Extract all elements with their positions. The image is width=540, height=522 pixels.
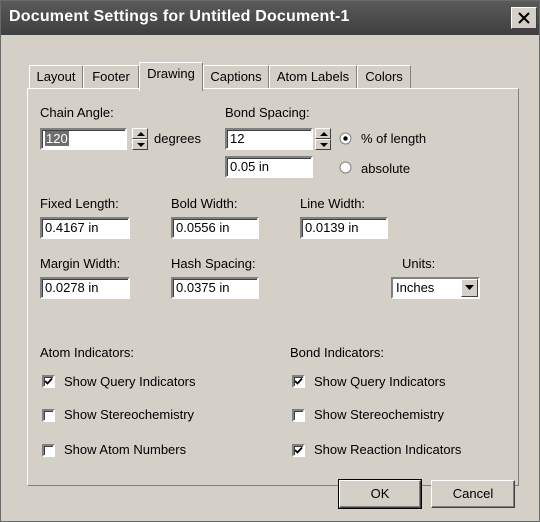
- tab-label: Footer: [92, 69, 130, 84]
- spin-up-button[interactable]: [132, 128, 148, 139]
- document-settings-dialog: Document Settings for Untitled Document-…: [0, 0, 540, 522]
- absolute-radio[interactable]: [339, 161, 352, 174]
- absolute-label: absolute: [361, 161, 411, 176]
- arrow-up-icon: [137, 132, 145, 136]
- bond-spacing-input[interactable]: 12: [225, 128, 313, 150]
- bold-width-input[interactable]: 0.0556 in: [171, 217, 259, 239]
- units-select-value: Inches: [396, 280, 435, 295]
- bold-width-label: Bold Width:: [171, 196, 238, 211]
- atom-show-atom-numbers-checkbox[interactable]: [42, 444, 55, 457]
- ok-button[interactable]: OK: [338, 479, 422, 509]
- arrow-up-icon: [320, 132, 328, 136]
- drawing-panel: Chain Angle: 120 degrees Bond Spacing: 1…: [27, 88, 519, 486]
- tab-layout[interactable]: Layout: [29, 65, 83, 89]
- arrow-down-icon: [137, 143, 145, 147]
- spin-down-button[interactable]: [132, 139, 148, 150]
- tab-footer[interactable]: Footer: [83, 65, 139, 89]
- tab-colors[interactable]: Colors: [357, 65, 411, 89]
- margin-width-label: Margin Width:: [40, 256, 121, 271]
- units-select[interactable]: Inches: [391, 277, 480, 299]
- bond-indicators-label: Bond Indicators:: [290, 345, 384, 360]
- tab-drawing[interactable]: Drawing: [139, 62, 203, 91]
- bond-show-query-indicators-label: Show Query Indicators: [314, 374, 446, 389]
- atom-show-stereochemistry-checkbox[interactable]: [42, 409, 55, 422]
- percent-of-length-label: % of length: [361, 131, 427, 146]
- close-icon: [518, 12, 530, 24]
- bond-spacing-spinner[interactable]: [315, 128, 331, 150]
- close-button[interactable]: [511, 7, 537, 29]
- chain-angle-label: Chain Angle:: [40, 105, 114, 120]
- units-label: Units:: [402, 256, 436, 271]
- atom-show-query-indicators-label: Show Query Indicators: [64, 374, 196, 389]
- fixed-length-label: Fixed Length:: [40, 196, 119, 211]
- line-width-input[interactable]: 0.0139 in: [300, 217, 388, 239]
- line-width-label: Line Width:: [300, 196, 366, 211]
- chain-angle-input[interactable]: 120: [40, 128, 127, 150]
- tab-label: Captions: [210, 69, 262, 84]
- tab-atom-labels[interactable]: Atom Labels: [269, 65, 357, 89]
- cancel-button[interactable]: Cancel: [431, 480, 515, 508]
- title-bar[interactable]: Document Settings for Untitled Document-…: [1, 1, 539, 35]
- arrow-down-icon: [320, 143, 328, 147]
- bond-spacing-absolute-input[interactable]: 0.05 in: [225, 156, 313, 178]
- checkmark-icon: [44, 377, 53, 385]
- checkmark-icon: [294, 446, 303, 454]
- checkmark-icon: [294, 377, 303, 385]
- bond-show-reaction-indicators-label: Show Reaction Indicators: [314, 442, 462, 457]
- margin-width-input[interactable]: 0.0278 in: [40, 277, 130, 299]
- hash-spacing-label: Hash Spacing:: [171, 256, 256, 271]
- bond-show-query-indicators-checkbox[interactable]: [292, 375, 305, 388]
- atom-show-atom-numbers-label: Show Atom Numbers: [64, 442, 187, 457]
- degrees-label: degrees: [154, 131, 201, 146]
- atom-show-query-indicators-checkbox[interactable]: [42, 375, 55, 388]
- units-dropdown-button[interactable]: [461, 279, 478, 297]
- percent-of-length-radio[interactable]: [339, 132, 352, 145]
- chevron-down-icon: [465, 285, 474, 290]
- dialog-title: Document Settings for Untitled Document-…: [9, 8, 350, 25]
- chain-angle-spinner[interactable]: [132, 128, 148, 150]
- bond-show-stereochemistry-checkbox[interactable]: [292, 409, 305, 422]
- hash-spacing-input[interactable]: 0.0375 in: [171, 277, 259, 299]
- bond-spacing-label: Bond Spacing:: [225, 105, 310, 120]
- spin-down-button[interactable]: [315, 139, 331, 150]
- fixed-length-input[interactable]: 0.4167 in: [40, 217, 130, 239]
- tab-label: Atom Labels: [276, 69, 350, 84]
- tab-captions[interactable]: Captions: [203, 65, 269, 89]
- tab-label: Drawing: [147, 66, 195, 81]
- atom-show-stereochemistry-label: Show Stereochemistry: [64, 407, 195, 422]
- bond-show-reaction-indicators-checkbox[interactable]: [292, 444, 305, 457]
- chain-angle-value: 120: [45, 131, 69, 146]
- tab-label: Layout: [36, 69, 76, 84]
- atom-indicators-label: Atom Indicators:: [40, 345, 134, 360]
- spin-up-button[interactable]: [315, 128, 331, 139]
- bond-show-stereochemistry-label: Show Stereochemistry: [314, 407, 445, 422]
- tab-label: Colors: [365, 69, 403, 84]
